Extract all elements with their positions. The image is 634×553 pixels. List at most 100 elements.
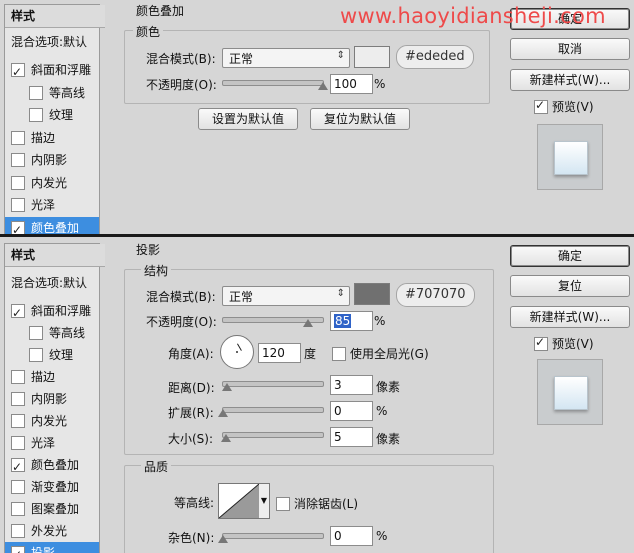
dropdown-arrow-icon: ⇕ (336, 288, 345, 299)
drop-shadow-panel: 样式 混合选项:默认 斜面和浮雕等高线纹理描边内阴影内发光光泽颜色叠加渐变叠加图… (0, 237, 634, 553)
sidebar-item-label: 颜色叠加 (31, 220, 80, 235)
ok-button[interactable]: 确定 (510, 245, 630, 267)
sidebar-item[interactable]: 光泽 (5, 194, 99, 216)
antialias-checkbox[interactable] (276, 497, 290, 511)
sidebar-item[interactable]: 图案叠加 (5, 498, 99, 520)
sidebar-item[interactable]: 纹理 (5, 344, 99, 366)
preview-checkbox-row[interactable]: 预览(V) (534, 98, 624, 116)
sidebar-item-label: 等高线 (49, 85, 86, 100)
preview-checkbox-row[interactable]: 预览(V) (534, 335, 624, 353)
blend-mode-select[interactable]: 正常 ⇕ (222, 286, 350, 306)
sidebar-checkbox[interactable] (29, 348, 43, 362)
sidebar-item[interactable]: 纹理 (5, 104, 99, 126)
degree-unit: 度 (304, 347, 317, 361)
section-title: 颜色叠加 (136, 4, 185, 18)
sidebar-header: 样式 (5, 5, 105, 28)
sidebar-item[interactable]: 颜色叠加 (5, 454, 99, 478)
sidebar-item[interactable]: 内阴影 (5, 388, 99, 410)
set-default-button[interactable]: 设置为默认值 (198, 108, 298, 130)
sidebar-item[interactable]: 斜面和浮雕 (5, 59, 99, 83)
global-light-checkbox[interactable] (332, 347, 346, 361)
sidebar-item[interactable]: 等高线 (5, 322, 99, 344)
distance-label: 距离(D): (168, 381, 215, 395)
shadow-color-swatch[interactable] (354, 283, 390, 305)
size-slider[interactable] (221, 432, 324, 442)
spread-slider[interactable] (218, 407, 324, 417)
blending-options[interactable]: 混合选项:默认 (5, 272, 105, 294)
sidebar-checkbox[interactable] (11, 175, 25, 190)
sidebar-checkbox[interactable] (11, 544, 25, 553)
sidebar-checkbox[interactable] (11, 219, 25, 235)
sidebar-item[interactable]: 描边 (5, 127, 99, 149)
new-style-button[interactable]: 新建样式(W)... (510, 306, 630, 328)
sidebar-item-label: 投影 (31, 546, 56, 553)
opacity-label: 不透明度(O): (146, 315, 217, 329)
cancel-button[interactable]: 取消 (510, 38, 630, 60)
sidebar-item-label: 纹理 (49, 348, 74, 362)
new-style-button[interactable]: 新建样式(W)... (510, 69, 630, 91)
sidebar-item[interactable]: 内发光 (5, 410, 99, 432)
sidebar-checkbox[interactable] (11, 61, 25, 83)
sidebar-checkbox[interactable] (11, 414, 25, 428)
overlay-color-swatch[interactable] (354, 46, 390, 68)
sidebar-checkbox[interactable] (11, 524, 25, 538)
size-input[interactable]: 5 (330, 427, 373, 447)
contour-picker[interactable] (218, 483, 260, 519)
dropdown-arrow-icon: ⇕ (336, 50, 345, 61)
blending-options[interactable]: 混合选项:默认 (5, 31, 105, 53)
slider-thumb-icon[interactable] (222, 383, 232, 391)
opacity-input[interactable]: 85 (330, 311, 373, 331)
preview-label: 预览(V) (552, 337, 594, 351)
angle-dial[interactable] (220, 335, 254, 369)
preview-checkbox[interactable] (534, 98, 548, 114)
sidebar-checkbox[interactable] (11, 130, 25, 145)
sidebar-item[interactable]: 光泽 (5, 432, 99, 454)
blend-mode-select[interactable]: 正常 ⇕ (222, 48, 350, 68)
styles-sidebar-2: 样式 混合选项:默认 斜面和浮雕等高线纹理描边内阴影内发光光泽颜色叠加渐变叠加图… (4, 243, 105, 553)
sidebar-checkbox[interactable] (11, 370, 25, 384)
sidebar-item[interactable]: 渐变叠加 (5, 476, 99, 498)
sidebar-item-label: 斜面和浮雕 (31, 304, 92, 318)
noise-input[interactable]: 0 (330, 526, 373, 546)
sidebar-item[interactable]: 颜色叠加 (5, 216, 99, 235)
sidebar-item[interactable]: 等高线 (5, 82, 99, 104)
opacity-slider[interactable] (222, 80, 328, 90)
distance-slider[interactable] (222, 381, 324, 391)
reset-button[interactable]: 复位 (510, 275, 630, 297)
sidebar-checkbox[interactable] (29, 326, 43, 340)
sidebar-item[interactable]: 外发光 (5, 520, 99, 542)
opacity-slider[interactable] (222, 317, 324, 327)
noise-slider[interactable] (218, 533, 324, 543)
sidebar-checkbox[interactable] (11, 392, 25, 406)
sidebar-checkbox[interactable] (11, 198, 25, 212)
reset-default-button[interactable]: 复位为默认值 (310, 108, 410, 130)
sidebar-checkbox[interactable] (11, 456, 25, 478)
contour-dropdown-icon[interactable]: ▼ (259, 483, 270, 519)
slider-thumb-icon[interactable] (318, 82, 328, 90)
sidebar-item[interactable]: 描边 (5, 366, 99, 388)
sidebar-checkbox[interactable] (11, 436, 25, 450)
spread-input[interactable]: 0 (330, 401, 373, 421)
sidebar-checkbox[interactable] (11, 302, 25, 324)
sidebar-checkbox[interactable] (29, 85, 43, 100)
sidebar-checkbox[interactable] (11, 480, 25, 494)
distance-input[interactable]: 3 (330, 375, 373, 395)
structure-group-title: 结构 (141, 262, 172, 279)
antialias-label: 消除锯齿(L) (294, 497, 359, 511)
slider-thumb-icon[interactable] (221, 434, 231, 442)
sidebar-item[interactable]: 斜面和浮雕 (5, 300, 99, 324)
opacity-input[interactable]: 100 (330, 74, 373, 94)
sidebar-checkbox[interactable] (11, 502, 25, 516)
sidebar-item[interactable]: 投影 (5, 542, 99, 553)
sidebar-item[interactable]: 内发光 (5, 172, 99, 194)
noise-label: 杂色(N): (168, 531, 215, 545)
slider-thumb-icon[interactable] (218, 409, 228, 417)
preview-checkbox[interactable] (534, 335, 548, 351)
sidebar-item[interactable]: 内阴影 (5, 149, 99, 171)
sidebar-checkbox[interactable] (29, 108, 43, 122)
slider-thumb-icon[interactable] (218, 535, 228, 543)
sidebar-checkbox[interactable] (11, 153, 25, 167)
sidebar-item-label: 外发光 (31, 524, 68, 538)
slider-thumb-icon[interactable] (303, 319, 313, 327)
angle-input[interactable]: 120 (258, 343, 301, 363)
